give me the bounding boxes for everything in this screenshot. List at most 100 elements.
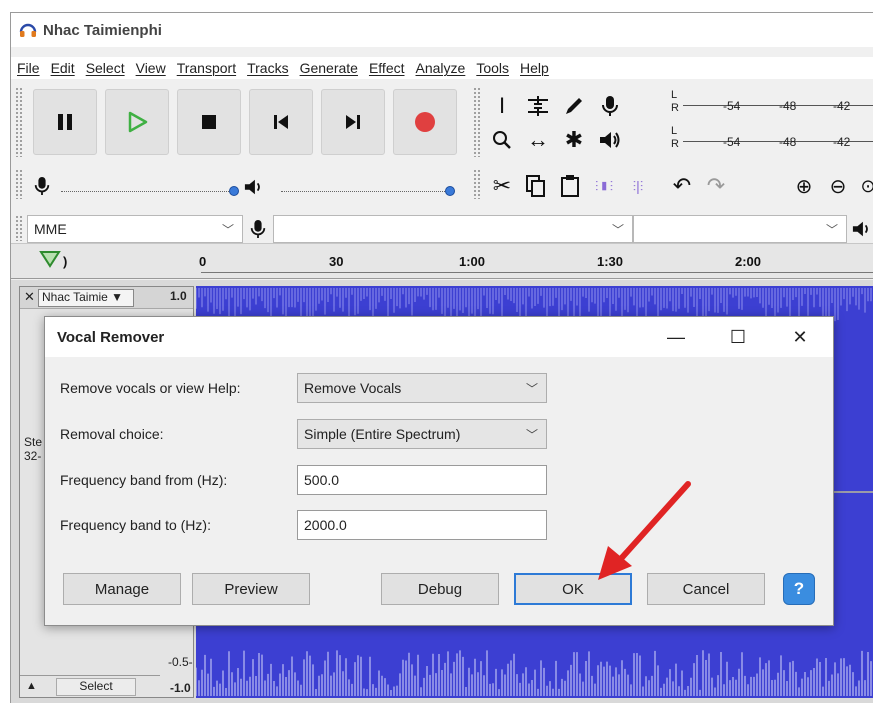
recording-volume-slider[interactable] [61,191,231,193]
recording-device-select[interactable]: ﹀ [273,215,633,243]
menu-view[interactable]: View [136,60,166,76]
frequency-to-input[interactable]: 2000.0 [297,510,547,540]
menu-edit[interactable]: Edit [51,60,75,76]
maximize-button[interactable]: ☐ [715,323,761,351]
menu-bar: File Edit Select View Transport Tracks G… [11,57,873,79]
trim-button[interactable]: ⫶▮⫶ [589,171,619,201]
fit-selection-button[interactable]: ⊙ [853,171,873,201]
meter-l-label: L [671,89,678,101]
multi-tool[interactable]: ✱ [559,125,589,155]
vocal-remover-dialog: Vocal Remover — ☐ ✕ Remove vocals or vie… [44,316,834,626]
zoom-out-icon: ⊖ [829,175,847,198]
microphone-icon [250,220,266,238]
close-button[interactable]: ✕ [777,323,823,351]
meter-mark: -48 [779,99,797,113]
selection-tool[interactable]: I [487,91,517,121]
play-button[interactable] [105,89,169,155]
collapse-track-icon[interactable]: ▲ [26,680,37,692]
menu-effect[interactable]: Effect [369,60,405,76]
copy-icon [526,175,545,197]
timeline-mark: 30 [329,254,344,269]
audio-host-select[interactable]: MME ﹀ [27,215,243,243]
remove-vocals-select[interactable]: Remove Vocals ﹀ [297,373,547,403]
timeline-ruler[interactable]: ) 0 30 1:00 1:30 2:00 [11,243,873,279]
zoom-out-button[interactable]: ⊖ [823,171,853,201]
meter-mark: -42 [833,99,851,113]
manage-button[interactable]: Manage [63,573,181,605]
recording-volume-knob[interactable] [229,186,239,196]
menu-transport[interactable]: Transport [177,60,236,76]
chevron-down-icon: ﹀ [525,428,538,442]
playback-meter-speaker[interactable] [595,125,625,155]
caret-down-icon: ▼ [111,290,124,304]
tools-grip[interactable] [473,87,481,157]
silence-button[interactable]: ⫶|⫶ [623,171,653,201]
mixer-grip[interactable] [15,169,23,199]
envelope-tool[interactable] [523,91,553,121]
stop-button[interactable] [177,89,241,155]
redo-icon: ↷ [706,173,726,198]
record-button[interactable] [393,89,457,155]
pause-button[interactable] [33,89,97,155]
draw-tool[interactable] [559,91,589,121]
skip-start-icon [274,115,288,129]
menu-tools[interactable]: Tools [476,60,509,76]
zoom-tool[interactable] [487,125,517,155]
playback-volume-knob[interactable] [445,186,455,196]
device-grip[interactable] [15,215,23,241]
redo-button[interactable]: ↷ [701,171,731,201]
preview-button[interactable]: Preview [192,573,310,605]
clipboard-icon [561,175,579,197]
record-meter[interactable]: LR -54 -48 -42 [671,89,873,119]
menu-analyze[interactable]: Analyze [416,60,466,76]
menu-help[interactable]: Help [520,60,549,76]
select-track-button[interactable]: Select [56,678,136,696]
track-format-stereo: Ste [24,435,43,449]
debug-button[interactable]: Debug [381,573,499,605]
frequency-from-input[interactable]: 500.0 [297,465,547,495]
track-close-button[interactable]: ✕ [24,289,35,305]
menu-tracks[interactable]: Tracks [247,60,288,76]
double-arrow-icon: ↔ [527,127,549,152]
skip-to-end-button[interactable] [321,89,385,155]
frequency-from-label: Frequency band from (Hz): [60,472,228,488]
menu-generate[interactable]: Generate [300,60,358,76]
scale-mid: -0.5- [168,655,193,669]
help-button[interactable]: ? [783,573,815,605]
track-format-bits: 32- [24,449,42,463]
copy-button[interactable] [521,171,551,201]
paste-button[interactable] [555,171,585,201]
recording-channels-select[interactable]: ﹀ [633,215,847,243]
speaker-icon [852,221,868,237]
magnifier-icon [493,131,511,149]
menu-file[interactable]: File [17,60,40,76]
chevron-down-icon: ﹀ [525,382,538,396]
i-beam-icon: I [498,93,506,118]
envelope-icon [528,96,548,116]
chevron-down-icon: ﹀ [611,223,624,237]
edit-grip[interactable] [473,169,481,199]
undo-button[interactable]: ↶ [667,171,697,201]
audio-host-value: MME [34,221,67,237]
playback-meter[interactable]: LR -54 -48 -42 [671,125,873,155]
removal-choice-select[interactable]: Simple (Entire Spectrum) ﹀ [297,419,547,449]
track-name-menu[interactable]: Nhac Taimie ▼ [38,289,134,307]
chevron-down-icon: ﹀ [825,223,838,237]
time-shift-tool[interactable]: ↔ [523,125,553,155]
scissors-icon: ✂ [492,173,512,198]
cut-button[interactable]: ✂ [487,171,517,201]
pencil-icon [566,98,582,114]
toolbar-grip[interactable] [15,87,23,157]
menu-select[interactable]: Select [86,60,125,76]
zoom-in-button[interactable]: ⊕ [789,171,819,201]
chevron-down-icon: ﹀ [221,223,234,237]
record-meter-mic[interactable] [595,91,625,121]
track-name: Nhac Taimie [42,290,108,304]
toolbar-area: I ↔ ✱ LR -54 -48 -42 LR -54 -48 -42 ✂ ⫶▮… [11,83,873,243]
title-bar: Nhac Taimienphi [11,13,873,47]
playback-volume-slider[interactable] [281,191,451,193]
meter-mark: -54 [723,135,741,149]
minimize-button[interactable]: — [653,323,699,351]
speaker-icon [244,179,260,195]
skip-to-start-button[interactable] [249,89,313,155]
